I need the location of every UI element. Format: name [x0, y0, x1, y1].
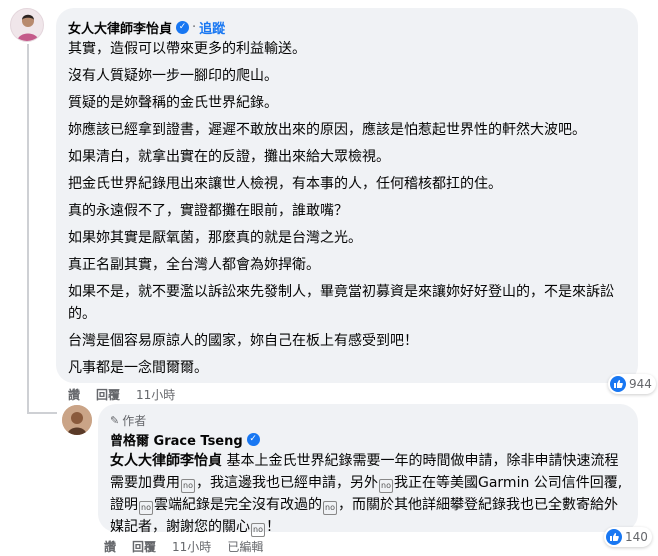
reaction-count[interactable]: 944 — [608, 374, 656, 394]
verified-badge-icon: ✓ — [246, 432, 260, 446]
comment-paragraph: 真的永遠假不了，實證都攤在眼前，誰敢嘴？ — [68, 203, 348, 219]
reply-header: 曾格爾 Grace Tseng ✓ — [110, 428, 626, 450]
like-button[interactable]: 讚 — [104, 538, 116, 555]
comment-timestamp[interactable]: 11小時 — [136, 386, 175, 403]
reaction-count-label: 944 — [629, 377, 652, 391]
pencil-icon: ✎ — [110, 413, 120, 427]
reply-text-part: 雲端紀錄是完全沒有改過的 — [154, 497, 322, 513]
comment-paragraph: 真正名副其實，全台灣人都會為妳捍衛。 — [68, 257, 320, 273]
reply-bubble: ✎ 作者 曾格爾 Grace Tseng ✓ 女人大律師李怡貞 基本上金氏世界紀… — [98, 404, 638, 537]
separator-dot: · — [192, 19, 197, 35]
author-tag: ✎ 作者 — [110, 412, 626, 428]
reply-text-part: ！ — [266, 519, 280, 535]
comment-paragraph: 妳應該已經拿到證書，遲遲不敢放出來的原因，應該是怕惹起世界性的軒然大波吧。 — [68, 122, 586, 138]
comment-paragraph: 其實，造假可以帶來更多的利益輸送。 — [68, 41, 306, 57]
comment-author[interactable]: 女人大律師李怡貞 — [68, 18, 172, 37]
comment-paragraph: 凡事都是一念間爾爾。 — [68, 360, 208, 376]
author-tag-label: 作者 — [122, 413, 147, 428]
comment-paragraph: 台灣是個容易原諒人的國家，妳自己在板上有感受到吧！ — [68, 333, 418, 349]
comment-paragraph: 如果不是，就不要濫以訴訟來先發制人，畢竟當初募資是來讓妳好好登山的，不是來訴訟的… — [68, 284, 614, 322]
comment-header: 女人大律師李怡貞 ✓ · 追蹤 — [68, 16, 626, 38]
reply-reaction-count[interactable]: 140 — [604, 527, 652, 547]
like-button[interactable]: 讚 — [68, 386, 80, 403]
thread-line — [27, 44, 29, 414]
reaction-count-label: 140 — [625, 530, 648, 544]
follow-button[interactable]: 追蹤 — [199, 18, 225, 37]
reply-avatar[interactable] — [62, 405, 92, 435]
reply-text-part: ，我這邊我也已經申請，另外 — [196, 475, 378, 491]
emoji-icon: no — [139, 501, 153, 515]
avatar-image-icon — [17, 14, 39, 41]
comment-actions: 讚 回覆 11小時 — [68, 386, 191, 403]
reply-button[interactable]: 回覆 — [132, 538, 156, 555]
thread-branch — [27, 412, 57, 414]
edited-label: 已編輯 — [227, 540, 264, 554]
emoji-icon: no — [323, 501, 337, 515]
like-reaction-icon — [606, 529, 622, 545]
mention-link[interactable]: 女人大律師李怡貞 — [110, 453, 222, 469]
reply-author[interactable]: 曾格爾 Grace Tseng — [110, 430, 243, 449]
comment-paragraph: 沒有人質疑妳一步一腳印的爬山。 — [68, 68, 278, 84]
emoji-icon: no — [181, 479, 195, 493]
emoji-icon: no — [251, 523, 265, 537]
comment-paragraph: 如果妳其實是厭氧菌，那麼真的就是台灣之光。 — [68, 230, 362, 246]
comment-paragraph: 把金氏世界紀錄甩出來讓世人檢視，有本事的人，任何稽核都扛的住。 — [68, 176, 502, 192]
reply-text: 女人大律師李怡貞 基本上金氏世界紀錄需要一年的時間做申請，除非申請快速流程需要加… — [110, 450, 630, 538]
verified-badge-icon: ✓ — [176, 20, 190, 34]
reply-actions: 讚 回覆 11小時 已編輯 — [104, 538, 279, 555]
comment-bubble: 女人大律師李怡貞 ✓ · 追蹤 其實，造假可以帶來更多的利益輸送。 沒有人質疑妳… — [56, 8, 638, 383]
avatar[interactable] — [10, 8, 44, 42]
emoji-icon: no — [379, 479, 393, 493]
reply-avatar-image-icon — [62, 405, 92, 435]
like-reaction-icon — [610, 376, 626, 392]
reply-button[interactable]: 回覆 — [96, 386, 120, 403]
comment-paragraph: 如果清白，就拿出實在的反證，攤出來給大眾檢視。 — [68, 149, 390, 165]
reply-timestamp[interactable]: 11小時 — [172, 538, 211, 555]
comment-paragraph: 質疑的是妳聲稱的金氏世界紀錄。 — [68, 95, 278, 111]
